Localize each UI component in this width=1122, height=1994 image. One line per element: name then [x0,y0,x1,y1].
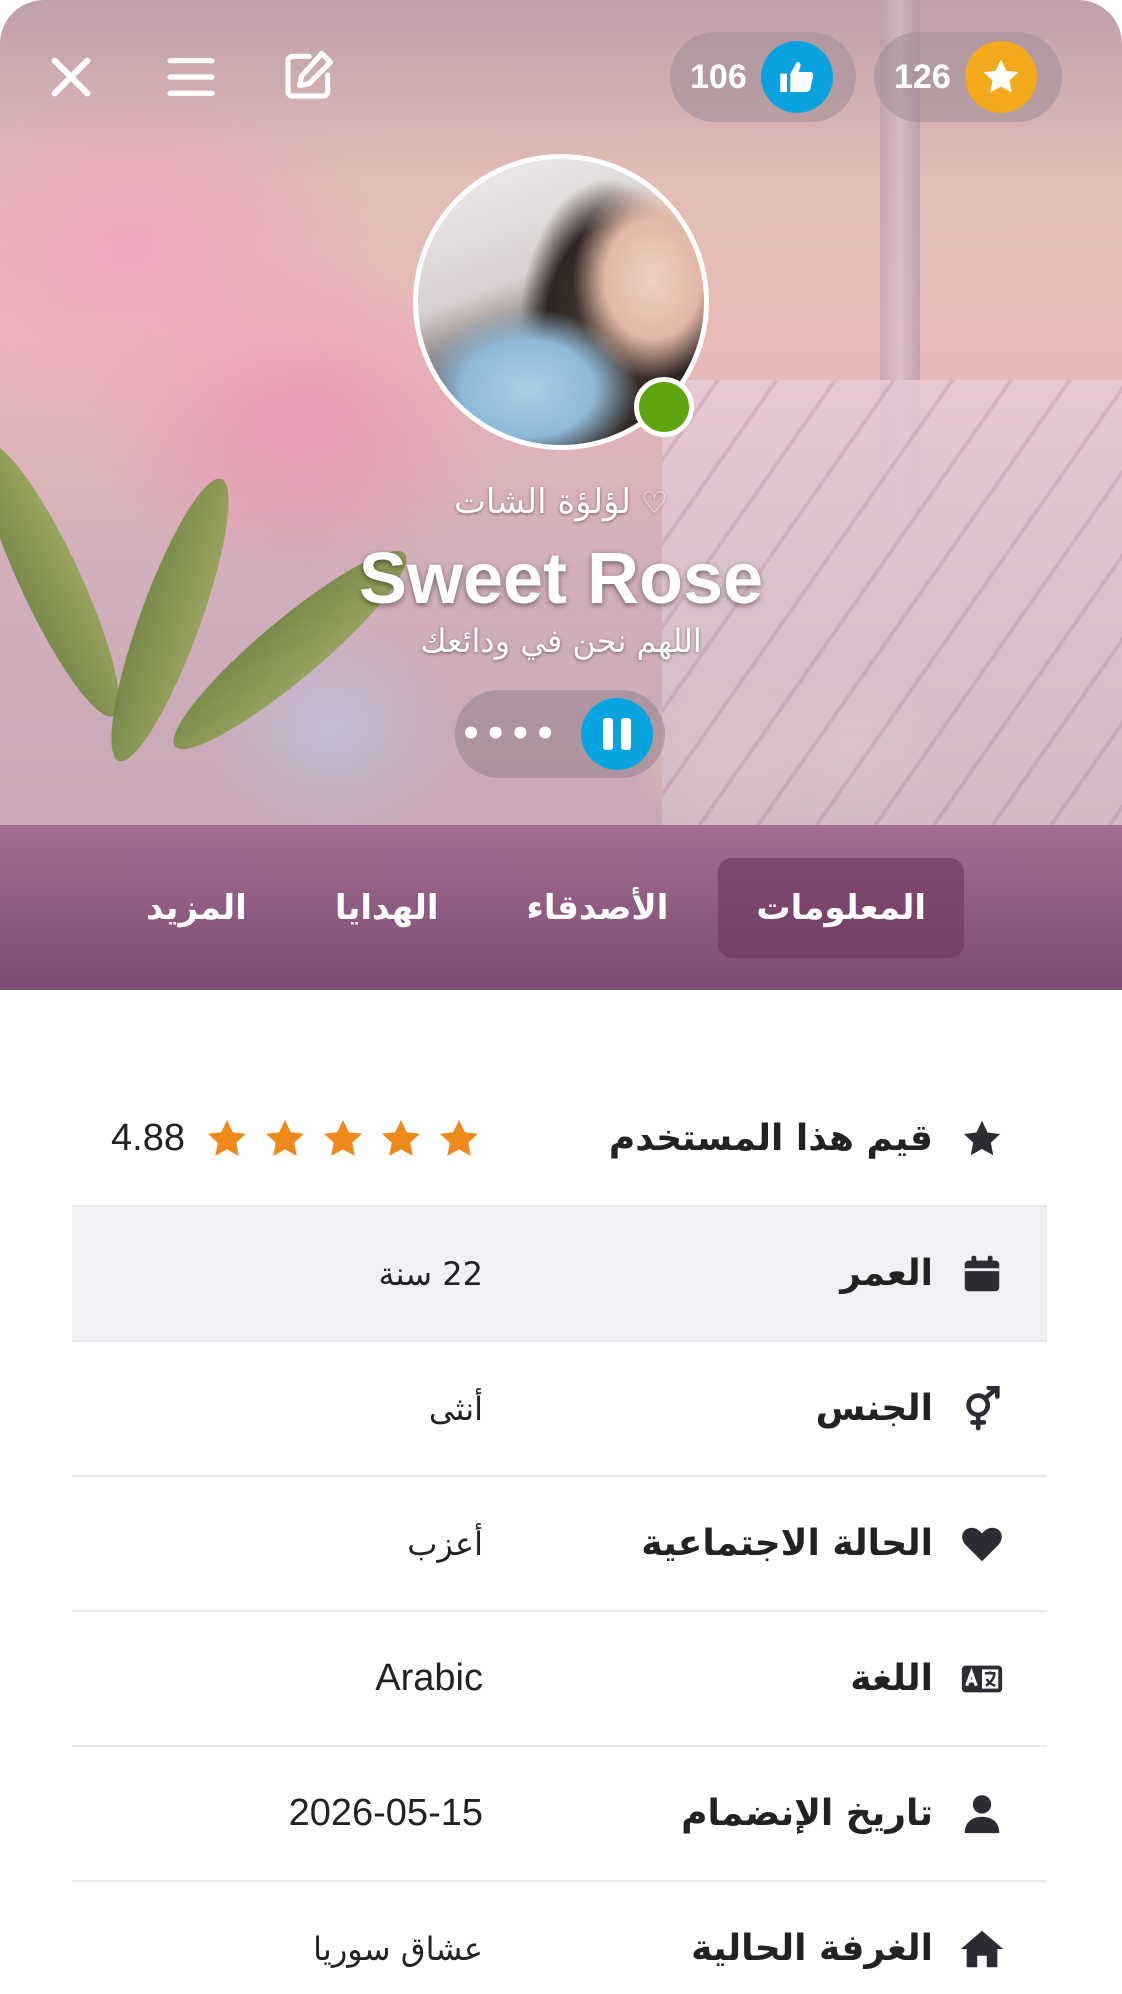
rating-star-icon[interactable] [435,1115,483,1163]
gender-icon [957,1384,1007,1434]
age-value: 22 سنة [378,1254,483,1293]
gender-value: أنثى [428,1389,483,1428]
rating-star-icon[interactable] [203,1115,251,1163]
language-label: اللغة [850,1658,933,1699]
tab-gifts[interactable]: الهدايا [297,858,477,958]
profile-info-list: قيم هذا المستخدم 4.88 العمر 22 سنة الجنس… [72,1072,1047,1994]
language-value: Arabic [375,1657,483,1699]
rating-star-icon[interactable] [261,1115,309,1163]
gender-row: الجنس أنثى [72,1342,1047,1477]
likes-count: 106 [690,57,747,96]
rating-star-icon[interactable] [319,1115,367,1163]
stars-count: 126 [894,57,951,96]
online-status-dot [634,377,694,437]
close-button[interactable] [36,42,106,112]
menu-button[interactable] [156,42,226,112]
relationship-row: الحالة الاجتماعية أعزب [72,1477,1047,1612]
profile-tabs: المعلومات الأصدقاء الهدايا المزيد [0,825,1122,990]
heart-outline-icon: ♡ [641,486,668,521]
audio-player[interactable]: •••• [455,690,665,778]
edit-button[interactable] [274,40,344,110]
status-message: اللهم نحن في ودائعك [420,622,702,660]
user-icon [957,1789,1007,1839]
heart-icon [957,1519,1007,1569]
pause-button[interactable] [581,698,653,770]
thumbs-up-icon [760,41,833,113]
tab-info[interactable]: المعلومات [718,857,964,958]
star-icon [957,1114,1007,1164]
nickname: لؤلؤة الشات ♡ [0,482,1122,522]
rating-star-icon[interactable] [377,1115,425,1163]
relationship-value: أعزب [407,1524,483,1563]
calendar-icon [957,1249,1007,1299]
gender-label: الجنس [815,1388,933,1429]
join-date-row: تاريخ الإنضمام 2026-05-15 [72,1747,1047,1882]
rate-user-label: قيم هذا المستخدم [608,1118,933,1159]
nickname-text: لؤلؤة الشات [454,482,632,522]
home-icon [957,1924,1007,1974]
join-date-value: 2026-05-15 [288,1792,483,1834]
join-date-label: تاريخ الإنضمام [681,1793,933,1834]
language-row: اللغة Arabic [72,1612,1047,1747]
edit-icon [285,50,334,99]
language-icon [957,1654,1007,1704]
player-progress-dots: •••• [460,714,559,754]
pause-icon [603,718,613,750]
current-room-value[interactable]: عشاق سوريا [72,1930,503,1968]
relationship-label: الحالة الاجتماعية [641,1523,933,1564]
age-row: العمر 22 سنة [72,1207,1047,1342]
rating[interactable]: 4.88 [72,1115,503,1163]
likes-counter[interactable]: 106 [670,32,856,122]
star-icon [964,41,1037,113]
profile-cover: 106 126 لؤلؤة الشات ♡ Sweet Rose اللهم نح… [0,0,1122,825]
rating-stars[interactable] [203,1115,483,1163]
age-label: العمر [840,1253,933,1294]
current-room-row[interactable]: الغرفة الحالية عشاق سوريا [72,1882,1047,1994]
stars-counter[interactable]: 126 [874,32,1062,122]
tab-more[interactable]: المزيد [108,858,285,958]
rating-value: 4.88 [111,1117,185,1159]
close-icon [51,57,91,97]
menu-icon [167,58,215,96]
current-room-label: الغرفة الحالية [691,1928,933,1969]
username: Sweet Rose [358,539,764,619]
rate-user-row[interactable]: قيم هذا المستخدم 4.88 [72,1072,1047,1207]
tab-friends[interactable]: الأصدقاء [489,858,707,958]
